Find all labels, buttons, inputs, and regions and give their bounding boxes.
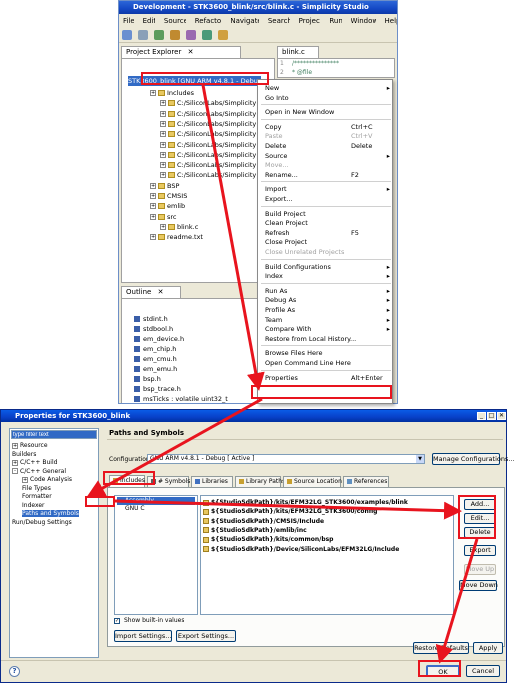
arrow-properties-to-paths [86, 397, 263, 497]
annotation-arrows [86, 84, 479, 664]
arrow-paths-to-add [114, 499, 462, 520]
arrow-add-to-ok [435, 538, 479, 664]
arrow-project-to-properties [201, 84, 265, 391]
